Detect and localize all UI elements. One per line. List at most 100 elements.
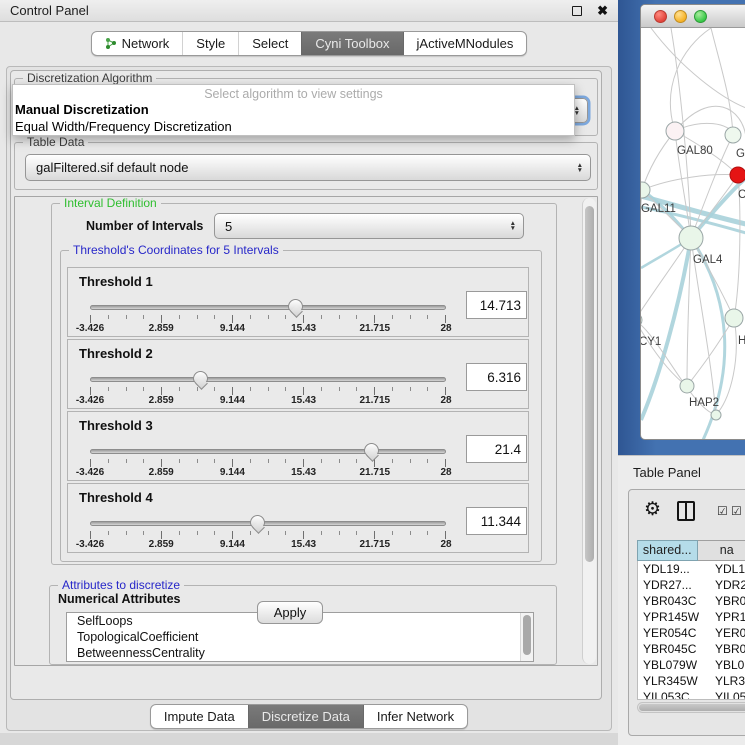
control-panel-titlebar: Control Panel ✖: [0, 0, 618, 22]
tab-infer-network[interactable]: Infer Network: [363, 705, 467, 728]
split-view-icon[interactable]: [677, 501, 695, 521]
network-window-titlebar[interactable]: [641, 5, 745, 28]
threshold-label: Threshold 2: [79, 346, 153, 361]
table-row[interactable]: YER054CYER054C: [638, 625, 745, 641]
threshold-slider[interactable]: -3.4262.8599.14415.4321.71528: [90, 442, 446, 478]
table-rows: YDL19...YDL19...YDR27...YDR27...YBR043CY…: [637, 561, 745, 700]
tab-cyni-toolbox[interactable]: Cyni Toolbox: [301, 32, 402, 55]
network-node-label: GCY1: [641, 336, 661, 348]
cell-name: YER054C: [708, 625, 745, 641]
close-traffic-light-icon[interactable]: [654, 10, 667, 23]
threshold-value-field[interactable]: [466, 435, 527, 463]
interval-definition-title: Interval Definition: [60, 196, 161, 210]
settings-scrollbar-thumb[interactable]: [585, 206, 594, 562]
attributes-group: Attributes to discretize Numerical Attri…: [49, 585, 557, 665]
slider-thumb[interactable]: [193, 371, 208, 385]
number-of-intervals-combobox[interactable]: 5 ▲▼: [214, 213, 524, 239]
column-header-shared-name[interactable]: shared...: [637, 540, 698, 561]
table-row[interactable]: YIL053CYIL053C: [638, 689, 745, 700]
slider-thumb[interactable]: [288, 299, 303, 313]
cell-name: YIL053C: [708, 689, 745, 700]
table-row[interactable]: YBL079WYBL079W: [638, 657, 745, 673]
top-tab-bar: Network StyleSelectCyni ToolboxjActiveMNo…: [0, 31, 618, 56]
control-panel-title: Control Panel: [10, 3, 572, 18]
slider-scale-labels: -3.4262.8599.14415.4321.71528: [90, 323, 446, 335]
list-scrollbar-thumb[interactable]: [523, 615, 531, 655]
network-node-label: H: [738, 335, 745, 347]
threshold-slider[interactable]: -3.4262.8599.14415.4321.71528: [90, 298, 446, 334]
threshold-value-field[interactable]: [466, 507, 527, 535]
slider-track[interactable]: [90, 305, 446, 310]
table-row[interactable]: YLR345WYLR345W: [638, 673, 745, 689]
threshold-value-field[interactable]: [466, 363, 527, 391]
network-node-gal80[interactable]: [666, 122, 684, 140]
column-header-name[interactable]: na: [698, 540, 745, 561]
zoom-traffic-light-icon[interactable]: [694, 10, 707, 23]
number-of-intervals-value: 5: [225, 219, 232, 234]
slider-ticks: [90, 459, 446, 467]
slider-thumb[interactable]: [250, 515, 265, 529]
checkbox-icon[interactable]: ☑: [731, 505, 742, 517]
slider-track[interactable]: [90, 377, 446, 382]
network-node-hap2[interactable]: [680, 379, 694, 393]
cell-shared-name: YPR145W: [638, 609, 708, 625]
tab-label: Network: [122, 36, 170, 51]
network-node-h[interactable]: [725, 309, 743, 327]
network-node-g[interactable]: [725, 127, 741, 143]
network-node-label: GAL11: [641, 203, 676, 215]
table-panel-inner: ⚙ ☑ ☑ shared... na YDL19...YDL19...YDR27…: [628, 489, 745, 736]
network-node[interactable]: [711, 410, 721, 420]
table-data-combobox[interactable]: galFiltered.sif default node ▲▼: [25, 154, 591, 181]
network-canvas[interactable]: GAL80GCGAL11GAL4GCY1HHAP2: [641, 28, 745, 440]
tab-network[interactable]: Network: [92, 32, 183, 55]
table-horizontal-scrollbar[interactable]: [637, 702, 745, 713]
threshold-panel: Threshold 3 -3.4262.8599.14415.4321.7152…: [67, 411, 529, 481]
network-node-c[interactable]: [730, 167, 745, 183]
settings-scrollbar[interactable]: [582, 198, 596, 664]
slider-scale-labels: -3.4262.8599.14415.4321.71528: [90, 395, 446, 407]
gear-icon[interactable]: ⚙: [644, 498, 661, 521]
apply-button[interactable]: Apply: [257, 601, 323, 624]
table-row[interactable]: YDL19...YDL19...: [638, 561, 745, 577]
algorithm-dropdown-popup: Select algorithm to view settings Manual…: [12, 84, 575, 136]
tab-label: Infer Network: [377, 709, 454, 724]
table-row[interactable]: YBR043CYBR043C: [638, 593, 745, 609]
network-node-gal4[interactable]: [679, 226, 703, 250]
dropdown-option-equal-width-frequency[interactable]: Equal Width/Frequency Discretization: [13, 118, 574, 135]
table-row[interactable]: YPR145WYPR145W: [638, 609, 745, 625]
attribute-item[interactable]: TopologicalCoefficient: [67, 629, 533, 645]
threshold-slider[interactable]: -3.4262.8599.14415.4321.71528: [90, 514, 446, 550]
tab-jactivemnodules[interactable]: jActiveMNodules: [403, 32, 527, 55]
table-hscrollbar-thumb[interactable]: [639, 704, 745, 711]
attribute-item[interactable]: BetweennessCentrality: [67, 645, 533, 661]
cell-shared-name: YBR045C: [638, 641, 708, 657]
dropdown-option-manual-discretization[interactable]: Manual Discretization: [13, 101, 574, 118]
threshold-value-field[interactable]: [466, 291, 527, 319]
minimize-traffic-light-icon[interactable]: [674, 10, 687, 23]
network-node-label: C: [738, 189, 745, 201]
table-row[interactable]: YDR27...YDR27...: [638, 577, 745, 593]
tab-select[interactable]: Select: [238, 32, 301, 55]
cell-shared-name: YER054C: [638, 625, 708, 641]
number-of-intervals-label: Number of Intervals: [86, 219, 203, 233]
list-scrollbar[interactable]: [520, 613, 533, 661]
slider-thumb[interactable]: [364, 443, 379, 457]
screen: Control Panel ✖ Network StyleSelectCyni T…: [0, 0, 745, 745]
top-tab-group: Network StyleSelectCyni ToolboxjActiveMNo…: [91, 31, 528, 56]
threshold-panel: Threshold 1 -3.4262.8599.14415.4321.7152…: [67, 267, 529, 337]
tab-impute-data[interactable]: Impute Data: [151, 705, 248, 728]
close-icon[interactable]: ✖: [597, 6, 608, 16]
attributes-group-title: Attributes to discretize: [58, 578, 184, 592]
numerical-attributes-label: Numerical Attributes: [58, 592, 180, 606]
control-panel: Control Panel ✖ Network StyleSelectCyni T…: [0, 0, 618, 745]
threshold-slider[interactable]: -3.4262.8599.14415.4321.71528: [90, 370, 446, 406]
checkbox-icon[interactable]: ☑: [717, 505, 728, 517]
table-row[interactable]: YBR045CYBR045C: [638, 641, 745, 657]
float-icon[interactable]: [572, 6, 582, 16]
slider-track[interactable]: [90, 521, 446, 526]
threshold-label: Threshold 4: [79, 490, 153, 505]
tab-discretize-data[interactable]: Discretize Data: [248, 705, 363, 728]
cell-name: YBR043C: [708, 593, 745, 609]
tab-style[interactable]: Style: [182, 32, 238, 55]
slider-track[interactable]: [90, 449, 446, 454]
